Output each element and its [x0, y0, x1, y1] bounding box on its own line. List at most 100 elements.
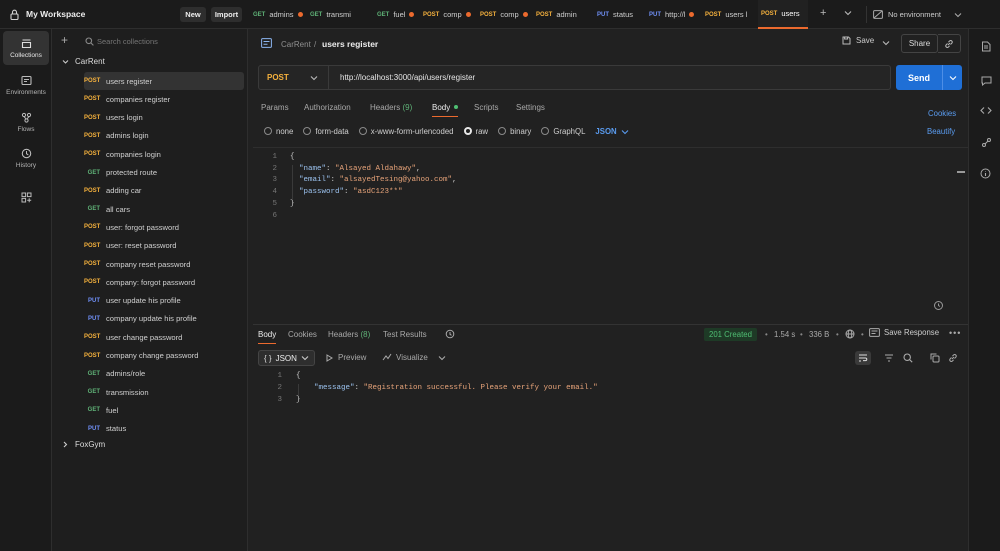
- tab-authorization[interactable]: Authorization: [304, 103, 351, 112]
- response-tab-tests[interactable]: Test Results: [383, 330, 427, 339]
- response-history-icon[interactable]: [445, 329, 455, 339]
- copy-link-icon[interactable]: [938, 34, 961, 53]
- status-badge[interactable]: 201 Created: [704, 328, 757, 341]
- sidebar-request-item[interactable]: POST companies login: [84, 145, 244, 163]
- visualize-button[interactable]: Visualize: [382, 353, 446, 362]
- json-key: "email": [299, 176, 331, 185]
- request-tab[interactable]: GET admins: [250, 0, 304, 29]
- sidebar-request-item[interactable]: POST admins login: [84, 127, 244, 145]
- workspace-title[interactable]: My Workspace: [26, 9, 85, 19]
- beautify-link[interactable]: Beautify: [927, 127, 955, 136]
- sidebar-request-item[interactable]: POST user: reset password: [84, 237, 244, 255]
- request-tab[interactable]: POST comp: [420, 0, 474, 29]
- flows-rail-button[interactable]: Flows: [3, 105, 49, 139]
- request-title[interactable]: users register: [322, 39, 378, 49]
- editor-scrollbar[interactable]: [957, 171, 965, 173]
- sidebar-request-item[interactable]: POST users register: [84, 72, 244, 90]
- tabs-overflow-chevron-icon[interactable]: [844, 10, 852, 16]
- code-snippet-icon[interactable]: [980, 106, 992, 115]
- sidebar-request-item[interactable]: POST user: forgot password: [84, 218, 244, 236]
- tab-headers[interactable]: Headers (9): [370, 103, 412, 112]
- radio-binary[interactable]: binary: [498, 127, 531, 136]
- sidebar-request-item[interactable]: GET protected route: [84, 164, 244, 182]
- sidebar-request-item[interactable]: PUT user update his profile: [84, 292, 244, 310]
- copy-icon[interactable]: [930, 353, 940, 363]
- response-tab-headers[interactable]: Headers (8): [328, 330, 370, 339]
- new-button[interactable]: New: [180, 7, 206, 22]
- sidebar-request-item[interactable]: POST user change password: [84, 328, 244, 346]
- sidebar-request-item[interactable]: POST users login: [84, 109, 244, 127]
- request-body-editor[interactable]: 1 {2 "name": "Alsayed Aldahawy", 3 "email": …: [253, 147, 968, 324]
- radio-form-data[interactable]: form-data: [303, 127, 349, 136]
- sidebar-request-item[interactable]: POST company: forgot password: [84, 273, 244, 291]
- response-size[interactable]: 336 B: [809, 330, 829, 339]
- preview-button[interactable]: Preview: [326, 353, 366, 362]
- link-icon[interactable]: [948, 353, 958, 363]
- add-collection-plus-icon[interactable]: +: [61, 33, 68, 47]
- request-method-badge: PUT: [88, 297, 100, 304]
- sidebar-request-item[interactable]: POST companies register: [84, 90, 244, 108]
- wrap-lines-icon[interactable]: [855, 351, 871, 365]
- collections-rail-button[interactable]: Collections: [3, 31, 49, 65]
- cookies-link[interactable]: Cookies: [928, 109, 956, 118]
- sidebar-request-item[interactable]: GET all cars: [84, 200, 244, 218]
- related-icon[interactable]: [981, 137, 992, 148]
- response-search-icon[interactable]: [903, 353, 913, 363]
- sidebar-request-item[interactable]: POST adding car: [84, 182, 244, 200]
- collection-foxgym[interactable]: FoxGym: [62, 440, 105, 449]
- request-tab[interactable]: GET fuel: [374, 0, 416, 29]
- save-chevron-icon[interactable]: [882, 40, 890, 46]
- history-rail-button[interactable]: History: [3, 141, 49, 175]
- radio-urlencoded[interactable]: x-www-form-urlencoded: [358, 127, 454, 136]
- search-collections-input[interactable]: [97, 33, 237, 49]
- url-input[interactable]: http://localhost:3000/api/users/register: [340, 73, 475, 82]
- tab-scripts[interactable]: Scripts: [474, 103, 498, 112]
- comments-icon[interactable]: [981, 76, 992, 86]
- request-tab[interactable]: GET transmi: [307, 0, 363, 29]
- send-button[interactable]: Send: [896, 73, 942, 83]
- request-tab[interactable]: POST admin: [533, 0, 591, 29]
- import-button[interactable]: Import: [211, 7, 242, 22]
- sidebar-request-item[interactable]: POST company change password: [84, 347, 244, 365]
- body-format-selector[interactable]: JSON: [595, 127, 629, 136]
- environment-selector[interactable]: No environment: [866, 6, 962, 23]
- sidebar-request-item[interactable]: PUT company update his profile: [84, 310, 244, 328]
- response-tab-cookies[interactable]: Cookies: [288, 330, 317, 339]
- radio-raw[interactable]: raw: [463, 127, 488, 136]
- editor-settings-icon[interactable]: [933, 300, 944, 311]
- response-tab-body[interactable]: Body: [258, 330, 277, 344]
- environments-rail-button[interactable]: Environments: [3, 68, 49, 102]
- sidebar-request-item[interactable]: GET transmission: [84, 383, 244, 401]
- request-tab[interactable]: PUT status: [594, 0, 643, 29]
- sidebar-request-item[interactable]: GET fuel: [84, 401, 244, 419]
- response-more-icon[interactable]: •••: [949, 328, 961, 338]
- send-options-chevron-icon[interactable]: [942, 65, 962, 90]
- share-button[interactable]: Share: [901, 34, 938, 53]
- method-selector[interactable]: POST: [259, 66, 329, 89]
- new-tab-plus-icon[interactable]: +: [820, 8, 826, 19]
- configure-rail-button[interactable]: [3, 180, 49, 214]
- breadcrumb-parent[interactable]: CarRent: [281, 40, 311, 49]
- info-icon[interactable]: [980, 168, 991, 179]
- sidebar-request-item[interactable]: POST company reset password: [84, 255, 244, 273]
- network-globe-icon[interactable]: [845, 329, 855, 339]
- send-button-group: Send: [896, 65, 962, 90]
- tab-body[interactable]: Body: [432, 103, 459, 117]
- save-button[interactable]: Save: [842, 36, 874, 45]
- sidebar-request-item[interactable]: GET admins/role: [84, 365, 244, 383]
- request-tab[interactable]: PUT http://l: [646, 0, 699, 29]
- radio-none[interactable]: none: [264, 127, 293, 136]
- tab-settings[interactable]: Settings: [516, 103, 545, 112]
- tab-params[interactable]: Params: [261, 103, 289, 112]
- request-tab[interactable]: POST users: [758, 0, 808, 29]
- request-tab[interactable]: POST users l: [702, 0, 755, 29]
- response-format-selector[interactable]: { } JSON: [258, 350, 315, 366]
- sidebar-request-item[interactable]: PUT status: [84, 420, 244, 438]
- filter-icon[interactable]: [884, 354, 894, 362]
- collection-carrent[interactable]: CarRent: [62, 57, 105, 66]
- save-response-button[interactable]: Save Response: [869, 328, 939, 337]
- documentation-icon[interactable]: [981, 41, 991, 52]
- response-time[interactable]: 1.54 s: [774, 330, 795, 339]
- request-tab[interactable]: POST comp: [477, 0, 530, 29]
- radio-graphql[interactable]: GraphQL: [541, 127, 585, 136]
